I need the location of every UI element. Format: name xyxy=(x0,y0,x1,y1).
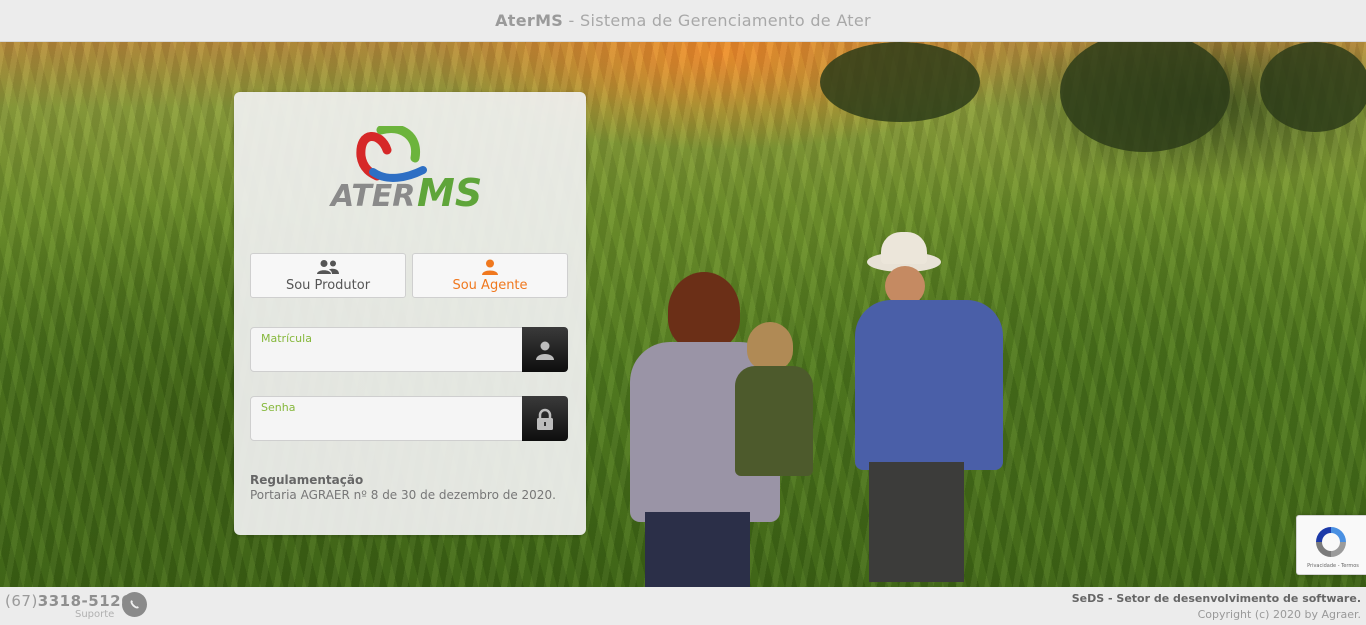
matricula-icon-box xyxy=(522,327,568,372)
logo-text-ms: MS xyxy=(417,171,482,215)
user-icon xyxy=(482,259,498,275)
users-icon xyxy=(317,259,339,274)
whatsapp-icon[interactable] xyxy=(122,592,147,617)
matricula-label: Matrícula xyxy=(261,332,312,345)
support-label: Suporte xyxy=(75,609,115,620)
hero-background xyxy=(0,42,1366,587)
recaptcha-links[interactable]: Privacidade - Termos xyxy=(1301,563,1365,569)
background-tree xyxy=(820,42,980,122)
farmer-man-figure xyxy=(855,232,1005,582)
login-card: ATER MS Sou Produtor Sou Agente Matrícul… xyxy=(234,92,586,535)
recaptcha-icon xyxy=(1316,527,1346,557)
sou-produtor-label: Sou Produtor xyxy=(285,277,371,293)
sou-produtor-button[interactable]: Sou Produtor xyxy=(250,253,406,298)
senha-input[interactable] xyxy=(261,417,516,437)
lock-icon xyxy=(537,408,553,430)
aterms-logo: ATER MS xyxy=(329,126,482,215)
regulamentacao-text: Portaria AGRAER nº 8 de 30 de dezembro d… xyxy=(250,488,556,502)
title-separator: - xyxy=(563,11,580,30)
senha-field[interactable]: Senha xyxy=(250,396,568,441)
regulamentacao-title: Regulamentação xyxy=(250,473,364,487)
phone-number: 3318-5126 xyxy=(37,592,133,610)
credits-seds: SeDS - Setor de desenvolvimento de softw… xyxy=(1071,592,1361,605)
support-phone[interactable]: (67)3318-5126 xyxy=(5,592,132,610)
phone-area-code: (67) xyxy=(5,592,38,610)
background-tree xyxy=(1260,42,1366,132)
matricula-field[interactable]: Matrícula xyxy=(250,327,568,372)
recaptcha-badge[interactable]: Privacidade - Termos xyxy=(1296,515,1366,575)
sou-agente-label: Sou Agente xyxy=(452,277,528,293)
senha-icon-box xyxy=(522,396,568,441)
app-brand: AterMS xyxy=(495,11,564,30)
user-icon xyxy=(536,341,554,360)
matricula-input[interactable] xyxy=(261,348,516,368)
child-figure xyxy=(735,322,815,522)
background-tree xyxy=(1060,42,1230,152)
app-subtitle: Sistema de Gerenciamento de Ater xyxy=(580,11,871,30)
sou-agente-button[interactable]: Sou Agente xyxy=(412,253,568,298)
top-bar: AterMS - Sistema de Gerenciamento de Ate… xyxy=(0,0,1366,42)
credits-copyright: Copyright (c) 2020 by Agraer. xyxy=(1197,608,1361,621)
senha-label: Senha xyxy=(261,401,296,414)
footer: (67)3318-5126 Suporte SeDS - Setor de de… xyxy=(0,587,1366,625)
logo-text-ater: ATER xyxy=(329,179,415,214)
